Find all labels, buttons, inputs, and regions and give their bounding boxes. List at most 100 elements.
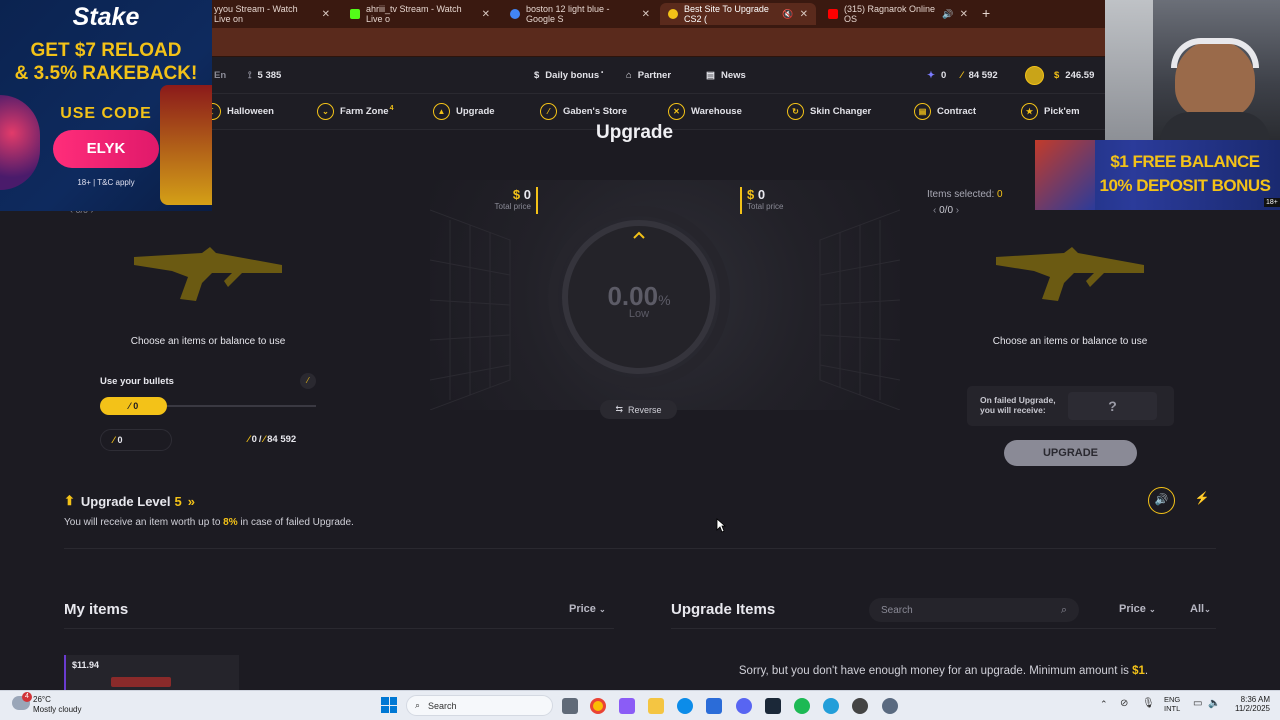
sound-toggle-icon[interactable]: 🔊 (1148, 487, 1175, 514)
chevron-up-icon[interactable]: ⌃ (1100, 699, 1108, 710)
telegram-icon[interactable] (823, 698, 839, 714)
bullet-icon: ⁄ (263, 434, 266, 445)
bullets-input[interactable]: ⁄ 0 (100, 429, 172, 451)
lang-line: ENG (1164, 695, 1181, 704)
nav-contract[interactable]: ▤ Contract (914, 103, 976, 120)
obs-icon[interactable] (852, 698, 868, 714)
language-indicator[interactable]: ENG INTL (1164, 695, 1180, 713)
nav-farm-zone[interactable]: ⌄ Farm Zone 4 (317, 103, 393, 120)
section-divider (671, 628, 1216, 629)
upgrade-button[interactable]: UPGRADE (1004, 440, 1137, 466)
lightning-icon[interactable]: ⚡ (1193, 491, 1211, 509)
message-text: . (1144, 665, 1149, 677)
display-icon[interactable]: ▭ (1193, 698, 1202, 709)
settings-icon[interactable] (882, 698, 898, 714)
mouse-cursor-icon (716, 518, 726, 533)
news-label: News (720, 70, 746, 81)
close-tab-icon[interactable]: ✕ (960, 9, 968, 20)
balance-display[interactable]: $ 246.59 (1054, 70, 1094, 81)
stake-ad-overlay[interactable]: Stake GET $7 RELOAD & 3.5% RAKEBACK! USE… (0, 0, 212, 211)
swap-icon: ⇆ (615, 404, 624, 414)
news-link[interactable]: ▤ News (706, 70, 746, 81)
right-choose-text: Choose an items or balance to use (992, 336, 1148, 347)
left-choose-text: Choose an items or balance to use (130, 336, 286, 347)
close-tab-icon[interactable]: ✕ (800, 9, 808, 20)
tickets-counter[interactable]: ✦ 0 (927, 70, 946, 81)
stake-logo: Stake (72, 3, 140, 31)
browser-tab[interactable]: boston 12 light blue - Google S ✕ (502, 3, 658, 25)
my-items-price-sort[interactable]: Price ⌄ (569, 603, 606, 615)
store-icon[interactable] (706, 698, 722, 714)
failed-label-line: you will receive: (980, 405, 1046, 415)
search-icon[interactable]: ⌕ (1061, 604, 1067, 617)
rifle-placeholder-icon (996, 247, 1144, 301)
ad-character-decoration (1035, 140, 1095, 210)
spotify-icon[interactable] (794, 698, 810, 714)
windows-start-icon[interactable] (381, 697, 397, 713)
upgrade-items-price-sort[interactable]: Price ⌄ (1119, 603, 1156, 615)
file-explorer-icon[interactable] (648, 698, 664, 714)
warehouse-icon: ✕ (668, 103, 685, 120)
browser-tab[interactable]: (315) Ragnarok Online OS 🔊 ✕ (820, 3, 976, 25)
minimum-amount: $1 (1132, 665, 1145, 677)
search-input[interactable]: Search ⌕ (869, 598, 1079, 622)
item-price: $11.94 (72, 660, 100, 670)
lang-line: INTL (1164, 704, 1181, 713)
ad-code-button[interactable]: ELYK (53, 130, 159, 168)
failed-reward-value: ? (1068, 392, 1157, 420)
speaker-icon[interactable]: 🔊 (942, 9, 953, 20)
bullets-label: Use your bullets (100, 376, 174, 387)
bullet-icon: ⁄ (961, 70, 963, 81)
new-tab-button[interactable]: + (982, 5, 990, 21)
level-arrows: » (187, 493, 195, 509)
steam-icon[interactable] (765, 698, 781, 714)
nav-halloween[interactable]: ☾ Halloween (204, 103, 274, 120)
close-tab-icon[interactable]: ✕ (322, 9, 330, 20)
webcam-shirt (1160, 112, 1270, 140)
discord-icon[interactable] (736, 698, 752, 714)
contract-icon: ▤ (914, 103, 931, 120)
language-selector[interactable]: En (214, 70, 226, 81)
reverse-button[interactable]: ⇆ Reverse (600, 400, 677, 419)
avatar[interactable] (1025, 66, 1044, 85)
tickets-count: 0 (940, 70, 947, 81)
signal-icon: ⟟ (248, 70, 252, 81)
browser-tab-active[interactable]: Best Site To Upgrade CS2 ( 🔇 ✕ (660, 3, 816, 25)
volume-icon[interactable]: 🔈 (1208, 698, 1220, 709)
bullets-counter[interactable]: ⁄ 84 592 (961, 70, 998, 81)
nav-warehouse[interactable]: ✕ Warehouse (668, 103, 742, 120)
nav-upgrade[interactable]: ▲ Upgrade (433, 103, 495, 120)
nav-gabens-store[interactable]: ⁄ Gaben's Store (540, 103, 627, 120)
edge-icon[interactable] (677, 698, 693, 714)
upgrade-level[interactable]: ⬆ Upgrade Level 5 » (64, 493, 195, 509)
kick-favicon-icon (350, 9, 360, 19)
close-tab-icon[interactable]: ✕ (642, 9, 650, 20)
nav-pickem[interactable]: ★ Pick'em (1021, 103, 1080, 120)
nav-label: Halloween (227, 106, 274, 117)
microphone-icon[interactable]: 🎙 (1142, 698, 1155, 709)
search-icon: ⌕ (415, 700, 421, 710)
browser-tab[interactable]: yyou Stream - Watch Live on ✕ (206, 3, 338, 25)
chrome-icon[interactable] (590, 698, 606, 714)
search-placeholder: Search (881, 604, 913, 616)
mute-icon[interactable]: 🔇 (782, 9, 793, 20)
refresh-icon: ↻ (787, 103, 804, 120)
clock[interactable]: 8:36 AM 11/2/2025 (1228, 695, 1270, 713)
weather-badge: 4 (22, 692, 32, 702)
close-tab-icon[interactable]: ✕ (482, 9, 490, 20)
nav-skin-changer[interactable]: ↻ Skin Changer (787, 103, 871, 120)
item-card[interactable]: $11.94 (64, 655, 239, 690)
filter-all-dropdown[interactable]: All⌄ (1190, 603, 1211, 615)
taskbar-search[interactable]: ⌕ Search (406, 695, 553, 716)
star-icon: ★ (1021, 103, 1038, 120)
copilot-icon[interactable] (619, 698, 635, 714)
task-view-icon[interactable] (562, 698, 578, 714)
bullet-info-icon[interactable]: ⁄ (300, 373, 316, 389)
bullets-slider-thumb[interactable]: ⁄ 0 (100, 397, 167, 415)
right-pager[interactable]: ‹ 0/0 › (933, 205, 959, 216)
network-icon[interactable]: ⊘ (1120, 698, 1128, 709)
daily-bonus-link[interactable]: $ Daily bonus • (534, 70, 603, 82)
bonus-ad-overlay[interactable]: $1 FREE BALANCE 10% DEPOSIT BONUS 18+ (1035, 140, 1280, 210)
partner-link[interactable]: ⌂ Partner (626, 70, 671, 81)
browser-tab[interactable]: ahriii_tv Stream - Watch Live o ✕ (342, 3, 498, 25)
